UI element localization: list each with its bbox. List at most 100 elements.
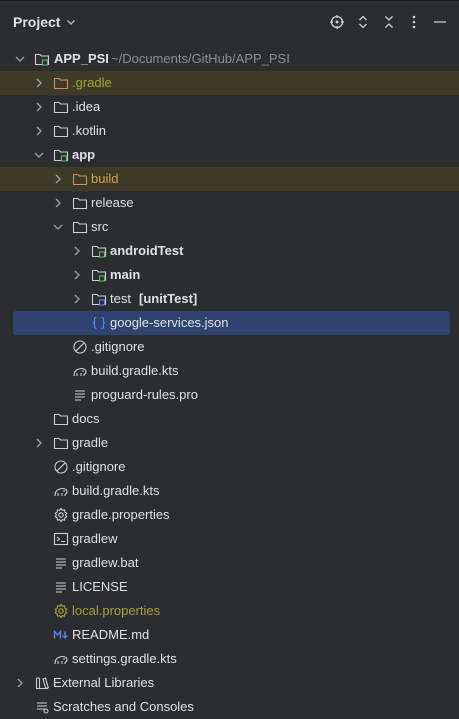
- tree-node-scratches[interactable]: Scratches and Consoles: [0, 695, 459, 719]
- node-label: androidTest: [110, 243, 184, 258]
- node-label: settings.gradle.kts: [72, 651, 177, 666]
- node-label: release: [91, 195, 134, 210]
- folder-icon: [72, 195, 88, 211]
- node-label: External Libraries: [53, 675, 155, 690]
- text-file-icon: [53, 555, 69, 571]
- gear-icon: [53, 507, 69, 523]
- node-label: LICENSE: [72, 579, 128, 594]
- folder-icon: [53, 123, 69, 139]
- chevron-right-icon[interactable]: [33, 125, 45, 137]
- tree-node-local-properties[interactable]: local.properties: [0, 599, 459, 623]
- more-options-icon[interactable]: [406, 14, 422, 30]
- root-path: ~/Documents/GitHub/APP_PSI: [111, 51, 290, 66]
- expand-all-icon[interactable]: [355, 14, 371, 30]
- folder-icon: [53, 435, 69, 451]
- tree-node-test[interactable]: test [unitTest]: [0, 287, 459, 311]
- tree-node-proguard[interactable]: proguard-rules.pro: [0, 383, 459, 407]
- excluded-folder-icon: [53, 75, 69, 91]
- tree-node-settings-gradle[interactable]: settings.gradle.kts: [0, 647, 459, 671]
- chevron-right-icon[interactable]: [71, 293, 83, 305]
- panel-title-dropdown[interactable]: Project: [13, 14, 76, 30]
- tree-node-readme[interactable]: README.md: [0, 623, 459, 647]
- terminal-icon: [53, 531, 69, 547]
- scratches-icon: [34, 699, 50, 715]
- node-label: .gitignore: [91, 339, 145, 354]
- node-label: gradlew.bat: [72, 555, 139, 570]
- minimize-icon[interactable]: [432, 14, 448, 30]
- target-icon[interactable]: [329, 14, 345, 30]
- tree-node-gradlew-bat[interactable]: gradlew.bat: [0, 551, 459, 575]
- source-folder-icon: [91, 267, 107, 283]
- test-folder-icon: [91, 291, 107, 307]
- node-label: build.gradle.kts: [91, 363, 179, 378]
- tree-node-app-build-gradle[interactable]: build.gradle.kts: [0, 359, 459, 383]
- chevron-down-icon[interactable]: [52, 221, 64, 233]
- node-label: proguard-rules.pro: [91, 387, 198, 402]
- folder-icon: [53, 99, 69, 115]
- tree-node-license[interactable]: LICENSE: [0, 575, 459, 599]
- library-icon: [34, 675, 50, 691]
- tree-node-app-build[interactable]: build: [0, 167, 459, 191]
- node-label: google-services.json: [110, 315, 229, 330]
- tree-node-gradle-cache[interactable]: .gradle: [0, 71, 459, 95]
- tree-node-app[interactable]: app: [0, 143, 459, 167]
- source-folder-icon: [91, 243, 107, 259]
- tree-node-google-services[interactable]: google-services.json: [13, 311, 450, 335]
- tree-node-android-test[interactable]: androidTest: [0, 239, 459, 263]
- root-name: APP_PSI: [54, 51, 109, 66]
- node-label: test: [110, 291, 131, 306]
- gradle-file-icon: [53, 483, 69, 499]
- node-label: main: [110, 267, 141, 282]
- node-label: .gitignore: [72, 459, 126, 474]
- node-label: Scratches and Consoles: [53, 699, 194, 714]
- chevron-right-icon[interactable]: [33, 77, 45, 89]
- json-file-icon: [91, 315, 107, 331]
- folder-icon: [53, 411, 69, 427]
- source-set-tag: [unitTest]: [139, 291, 198, 306]
- chevron-right-icon[interactable]: [33, 437, 45, 449]
- node-label: gradle: [72, 435, 109, 450]
- node-label: gradlew: [72, 531, 118, 546]
- tree-node-docs[interactable]: docs: [0, 407, 459, 431]
- chevron-right-icon[interactable]: [14, 677, 26, 689]
- project-tree: APP_PSI ~/Documents/GitHub/APP_PSI .grad…: [0, 47, 459, 719]
- chevron-down-icon: [67, 20, 76, 25]
- tree-node-src[interactable]: src: [0, 215, 459, 239]
- chevron-right-icon[interactable]: [52, 173, 64, 185]
- chevron-right-icon[interactable]: [33, 101, 45, 113]
- tree-node-root[interactable]: APP_PSI ~/Documents/GitHub/APP_PSI: [0, 47, 459, 71]
- module-folder-icon: [34, 51, 50, 67]
- node-label: .idea: [72, 99, 101, 114]
- tree-node-idea[interactable]: .idea: [0, 95, 459, 119]
- tree-node-gitignore[interactable]: .gitignore: [0, 455, 459, 479]
- node-label: src: [91, 219, 109, 234]
- project-panel-header: Project: [0, 0, 459, 44]
- tree-node-app-gitignore[interactable]: .gitignore: [0, 335, 459, 359]
- node-label: .gradle: [72, 75, 112, 90]
- tree-node-gradle[interactable]: gradle: [0, 431, 459, 455]
- chevron-right-icon[interactable]: [71, 245, 83, 257]
- gradle-file-icon: [72, 363, 88, 379]
- gradle-file-icon: [53, 651, 69, 667]
- ignore-file-icon: [53, 459, 69, 475]
- tree-node-external-libraries[interactable]: External Libraries: [0, 671, 459, 695]
- chevron-down-icon[interactable]: [33, 149, 45, 161]
- tree-node-main[interactable]: main: [0, 263, 459, 287]
- tree-node-kotlin[interactable]: .kotlin: [0, 119, 459, 143]
- node-label: .kotlin: [72, 123, 106, 138]
- tree-node-build-gradle[interactable]: build.gradle.kts: [0, 479, 459, 503]
- collapse-all-icon[interactable]: [381, 14, 397, 30]
- gear-icon: [53, 603, 69, 619]
- node-label: local.properties: [72, 603, 161, 618]
- tree-node-gradlew[interactable]: gradlew: [0, 527, 459, 551]
- chevron-right-icon[interactable]: [52, 197, 64, 209]
- text-file-icon: [53, 579, 69, 595]
- chevron-down-icon[interactable]: [14, 53, 26, 65]
- markdown-icon: [53, 627, 69, 643]
- chevron-right-icon[interactable]: [71, 269, 83, 281]
- tree-node-gradle-properties[interactable]: gradle.properties: [0, 503, 459, 527]
- folder-icon: [72, 219, 88, 235]
- excluded-folder-icon: [72, 171, 88, 187]
- tree-node-release[interactable]: release: [0, 191, 459, 215]
- node-label: gradle.properties: [72, 507, 170, 522]
